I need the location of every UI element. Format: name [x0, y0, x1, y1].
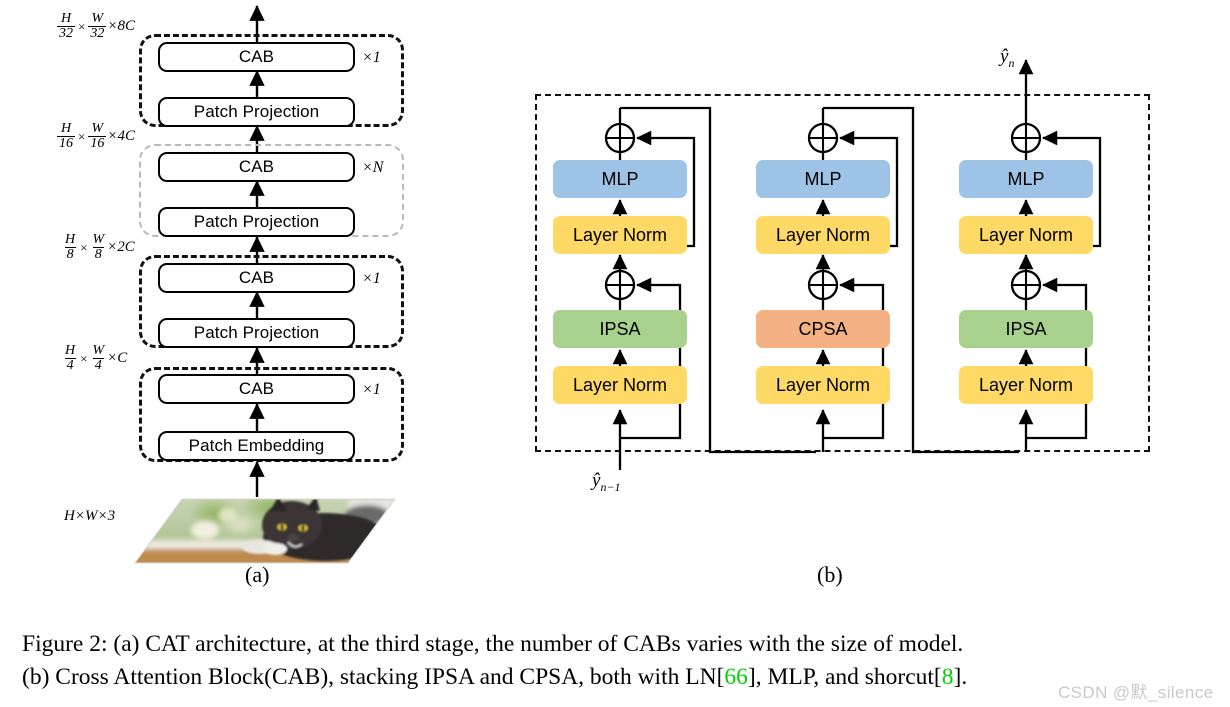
dim-fraction-w-32: W 32 [88, 11, 107, 42]
block-cpsa-2[interactable]: CPSA [756, 310, 890, 348]
dim-label-stage2: H 8 × W 8 ×2C [64, 232, 135, 263]
block-mlp-1[interactable]: MLP [553, 160, 687, 198]
caption-citation-66[interactable]: 66 [724, 664, 748, 690]
block-cab-stage2[interactable]: CAB [158, 263, 355, 293]
dim-fraction-h-4: H 4 [64, 343, 76, 374]
caption-line-2: (b) Cross Attention Block(CAB), stacking… [22, 661, 1212, 694]
block-patch-projection-stage3[interactable]: Patch Projection [158, 207, 355, 237]
dim-fraction-h-8: H 8 [64, 232, 76, 263]
caption-citation-8[interactable]: 8 [942, 664, 954, 690]
block-patch-embedding-stage1[interactable]: Patch Embedding [158, 431, 355, 461]
dim-label-input: H×W×3 [64, 508, 116, 524]
block-patch-projection-stage4[interactable]: Patch Projection [158, 97, 355, 127]
block-layer-norm-lower-1[interactable]: Layer Norm [553, 366, 687, 404]
repeat-label-stage1: ×1 [362, 381, 381, 398]
block-layer-norm-upper-1[interactable]: Layer Norm [553, 216, 687, 254]
caption-line2-part3: ]. [953, 664, 968, 691]
block-layer-norm-lower-3[interactable]: Layer Norm [959, 366, 1093, 404]
block-layer-norm-upper-2[interactable]: Layer Norm [756, 216, 890, 254]
caption-line2-part1: (b) Cross Attention Block(CAB), stacking… [22, 664, 725, 691]
input-label-y-n-minus-1: ŷn−1 [592, 470, 621, 494]
sublabel-b: (b) [817, 562, 843, 587]
block-layer-norm-lower-2[interactable]: Layer Norm [756, 366, 890, 404]
sublabel-a: (a) [245, 562, 270, 587]
dim-label-stage3: H 16 × W 16 ×4C [57, 121, 135, 152]
dim-fraction-w-16: W 16 [88, 121, 107, 152]
input-image-plane [134, 498, 396, 564]
dim-label-stage4: H 32 × W 32 ×8C [57, 11, 135, 42]
panel-b-connectors [604, 59, 1102, 470]
csdn-watermark: CSDN @默_silence [1058, 683, 1214, 702]
block-cab-stage4[interactable]: CAB [158, 42, 355, 72]
dim-label-stage1: H 4 × W 4 ×C [64, 343, 128, 374]
block-cab-stage1[interactable]: CAB [158, 374, 355, 404]
caption-line-1: Figure 2: (a) CAT architecture, at the t… [22, 631, 964, 657]
dim-fraction-w-4: W 4 [92, 343, 105, 374]
repeat-label-stage3: ×N [362, 159, 384, 176]
output-label-y-n: ŷn [1000, 46, 1015, 70]
block-mlp-3[interactable]: MLP [959, 160, 1093, 198]
dim-fraction-h-16: H 16 [57, 121, 75, 152]
block-cab-stage3[interactable]: CAB [158, 152, 355, 182]
caption-line2-part2: ], MLP, and shorcut[ [747, 664, 942, 691]
block-layer-norm-upper-3[interactable]: Layer Norm [959, 216, 1093, 254]
block-ipsa-3[interactable]: IPSA [959, 310, 1093, 348]
dim-fraction-h-32: H 32 [57, 11, 75, 42]
figure-container: H 32 × W 32 ×8C H 16 × W 16 ×4C H 8 × W … [0, 0, 1230, 707]
repeat-label-stage4: ×1 [362, 49, 381, 66]
figure-caption: Figure 2: (a) CAT architecture, at the t… [22, 628, 1212, 695]
repeat-label-stage2: ×1 [362, 270, 381, 287]
block-patch-projection-stage2[interactable]: Patch Projection [158, 318, 355, 348]
block-mlp-2[interactable]: MLP [756, 160, 890, 198]
dim-fraction-w-8: W 8 [92, 232, 105, 263]
block-ipsa-1[interactable]: IPSA [553, 310, 687, 348]
